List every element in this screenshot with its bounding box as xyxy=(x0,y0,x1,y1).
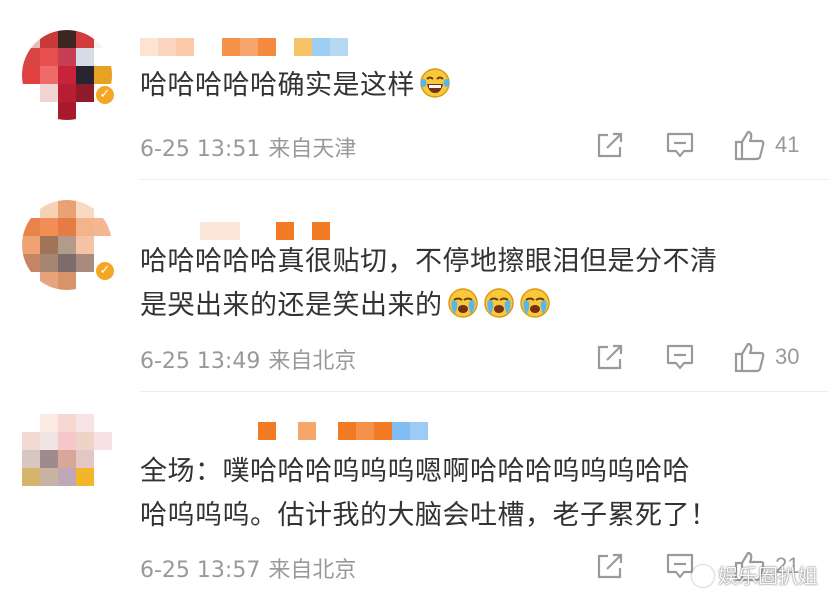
share-icon xyxy=(597,553,623,579)
username-redacted[interactable] xyxy=(140,222,330,240)
laughing-tears-emoji-icon xyxy=(420,68,450,98)
comment-actions: 30 xyxy=(590,340,799,374)
share-button[interactable] xyxy=(595,343,625,371)
comment-meta: 6-25 13:51 来自天津 xyxy=(140,131,356,163)
comment-icon xyxy=(666,553,694,579)
comment-button[interactable] xyxy=(665,551,695,581)
like-count: 41 xyxy=(775,132,800,157)
comment-icon xyxy=(666,344,694,370)
thumbs-up-icon xyxy=(734,130,765,161)
like-button[interactable]: 41 xyxy=(733,129,799,161)
comment-text-line-1: 哈哈哈哈哈确实是这样 xyxy=(140,70,415,101)
share-button[interactable] xyxy=(595,131,625,159)
comment-button[interactable] xyxy=(665,342,695,372)
comment-text-line-2-wrap: 是哭出来的还是笑出来的 xyxy=(140,284,718,328)
avatar[interactable] xyxy=(22,414,112,504)
verified-badge-icon: ✓ xyxy=(94,260,116,282)
share-button[interactable] xyxy=(595,552,625,580)
crying-emoji-icon xyxy=(483,288,514,318)
crying-emoji-icon xyxy=(447,288,478,318)
comment-date: 6-25 13:49 xyxy=(140,349,261,374)
comment-actions: 41 xyxy=(590,128,799,162)
comment-2: ✓ 哈哈哈哈哈真很贴切，不停地擦眼泪但是分不清 是哭出来的还是笑出来的 6-25… xyxy=(0,180,828,392)
comment-button[interactable] xyxy=(665,130,695,160)
comment-location: 来自北京 xyxy=(268,349,357,374)
comment-text: 哈哈哈哈哈确实是这样 xyxy=(140,64,451,108)
like-count: 30 xyxy=(775,344,800,369)
thumbs-up-icon xyxy=(734,342,765,373)
comment-date: 6-25 13:51 xyxy=(140,137,261,162)
comment-meta: 6-25 13:57 来自北京 xyxy=(140,552,356,584)
comment-text-line-1: 哈哈哈哈哈真很贴切，不停地擦眼泪但是分不清 xyxy=(140,246,718,277)
comment-text-line-2: 哈呜呜呜。估计我的大脑会吐槽，老子累死了！ xyxy=(140,500,718,531)
avatar[interactable] xyxy=(22,30,112,120)
comment-text: 哈哈哈哈哈真很贴切，不停地擦眼泪但是分不清 是哭出来的还是笑出来的 xyxy=(140,240,718,328)
like-button[interactable]: 30 xyxy=(733,341,799,373)
comment-text-line-2: 是哭出来的还是笑出来的 xyxy=(140,290,443,321)
comment-text-line-1: 全场：噗哈哈哈呜呜呜嗯啊哈哈哈呜呜呜哈哈 xyxy=(140,456,690,487)
watermark: 娱乐圈扒姐 xyxy=(692,560,818,589)
verified-badge-icon: ✓ xyxy=(94,84,116,106)
share-icon xyxy=(597,132,623,158)
comment-date: 6-25 13:57 xyxy=(140,558,261,583)
comment-text: 全场：噗哈哈哈呜呜呜嗯啊哈哈哈呜呜呜哈哈 哈呜呜呜。估计我的大脑会吐槽，老子累死… xyxy=(140,450,718,538)
comment-location: 来自北京 xyxy=(268,558,357,583)
comment-meta: 6-25 13:49 来自北京 xyxy=(140,343,356,375)
username-redacted[interactable] xyxy=(140,38,348,56)
comment-location: 来自天津 xyxy=(268,137,357,162)
weibo-logo-icon xyxy=(692,565,714,587)
comment-1: ✓ 哈哈哈哈哈确实是这样 6-25 13:51 来自天津 41 xyxy=(0,0,828,180)
share-icon xyxy=(597,344,623,370)
crying-emoji-icon xyxy=(519,288,550,318)
username-redacted[interactable] xyxy=(140,422,428,440)
watermark-text: 娱乐圈扒姐 xyxy=(718,564,818,588)
comment-icon xyxy=(666,132,694,158)
